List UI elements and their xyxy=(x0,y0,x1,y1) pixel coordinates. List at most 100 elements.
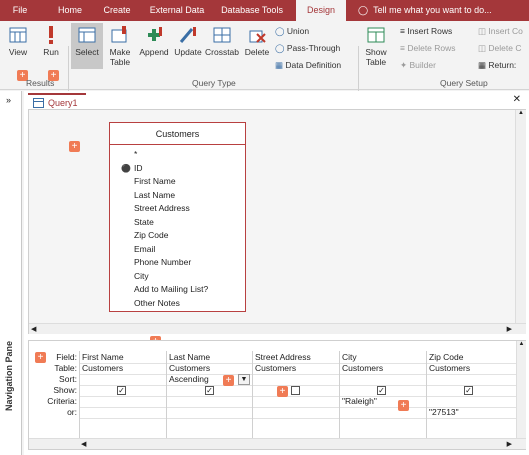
grid-or-cell[interactable]: "27513" xyxy=(427,407,515,418)
marker-icon: + xyxy=(277,386,288,397)
grid-table-cell[interactable]: Customers xyxy=(340,363,426,374)
insert-rows-icon: ≡ xyxy=(400,26,405,36)
vertical-scrollbar[interactable]: ▲ xyxy=(515,110,526,323)
view-button[interactable]: View xyxy=(5,25,31,57)
make-table-button[interactable]: Make Table xyxy=(106,25,134,67)
show-checkbox[interactable]: ✓ xyxy=(377,386,386,395)
update-button[interactable]: Update xyxy=(172,25,204,57)
delete-query-button[interactable]: Delete xyxy=(242,25,272,57)
lightbulb-icon: ◯ xyxy=(358,5,369,15)
show-checkbox[interactable]: ✓ xyxy=(464,386,473,395)
tab-create[interactable]: Create xyxy=(96,0,138,21)
grid-table-cell[interactable]: Customers xyxy=(167,363,252,374)
field-item[interactable]: Other Notes xyxy=(110,297,245,311)
field-item[interactable]: Phone Number xyxy=(110,256,245,270)
grid-field-cell[interactable]: Zip Code xyxy=(427,352,515,363)
navigation-pane[interactable]: » Navigation Pane xyxy=(0,91,22,455)
horizontal-scrollbar[interactable]: ◀ ▶ xyxy=(29,323,526,334)
field-item[interactable]: Email xyxy=(110,243,245,257)
navigation-pane-label: Navigation Pane xyxy=(4,340,14,411)
tab-design[interactable]: Design xyxy=(296,0,346,21)
marker-icon: + xyxy=(69,141,80,152)
close-icon[interactable]: ✕ xyxy=(513,94,521,105)
ribbon-tab-bar: File Home Create External Data Database … xyxy=(0,0,529,21)
field-item[interactable]: Zip Code xyxy=(110,229,245,243)
select-query-button[interactable]: Select xyxy=(71,23,103,69)
tell-me-box[interactable]: ◯ Tell me what you want to do... xyxy=(358,0,492,21)
insert-columns-button[interactable]: ◫ Insert Co xyxy=(478,26,523,37)
grid-table-cell[interactable]: Customers xyxy=(80,363,166,374)
row-label-or: or: xyxy=(67,407,77,417)
grid-table-cell[interactable]: Customers xyxy=(253,363,339,374)
exclamation-icon xyxy=(49,26,53,44)
insert-rows-button[interactable]: ≡ Insert Rows xyxy=(400,26,452,36)
data-definition-button[interactable]: ▦ Data Definition xyxy=(275,60,341,71)
tab-file[interactable]: File xyxy=(0,0,40,21)
field-item[interactable]: Last Name xyxy=(110,189,245,203)
grid-field-cell[interactable]: Street Address xyxy=(253,352,339,363)
return-dropdown[interactable]: ▦ Return: xyxy=(478,60,516,71)
delete-columns-icon: ◫ xyxy=(478,43,487,53)
scroll-right-icon[interactable]: ▶ xyxy=(507,440,512,448)
pencil-icon xyxy=(179,27,196,43)
customers-table-box[interactable]: Customers * ⚫ ID First Name Last Name Str… xyxy=(109,122,246,312)
scroll-right-icon[interactable]: ▶ xyxy=(507,325,512,333)
query-setup-group-label: Query Setup xyxy=(440,78,488,88)
field-item[interactable]: State xyxy=(110,216,245,230)
scroll-up-icon[interactable]: ▲ xyxy=(517,341,526,347)
field-item[interactable]: ⚫ ID xyxy=(110,162,245,176)
crosstab-button[interactable]: Crosstab xyxy=(205,25,239,57)
show-checkbox[interactable] xyxy=(291,386,300,395)
query-design-grid: + Field: Table: Sort: Show: Criteria: or… xyxy=(28,340,526,450)
grid-horizontal-scrollbar[interactable]: ◀ ▶ xyxy=(29,438,526,449)
grid-field-cell[interactable]: Last Name xyxy=(167,352,252,363)
marker-icon: + xyxy=(398,400,409,411)
query-tab[interactable]: Query1 xyxy=(28,93,86,109)
builder-wand-icon: ✦ xyxy=(400,60,408,70)
results-group-label: Results xyxy=(26,78,55,88)
field-item[interactable]: * xyxy=(110,148,245,162)
field-item[interactable]: City xyxy=(110,270,245,284)
scroll-left-icon[interactable]: ◀ xyxy=(81,440,86,448)
divider xyxy=(79,418,517,419)
field-item[interactable]: Street Address xyxy=(110,202,245,216)
divider xyxy=(79,374,517,375)
delete-rows-button[interactable]: ≡ Delete Rows xyxy=(400,43,456,53)
ribbon: View Run + + Results Select Make Table A… xyxy=(0,21,529,106)
tab-database-tools[interactable]: Database Tools xyxy=(216,0,288,21)
primary-key-icon: ⚫ xyxy=(121,163,131,173)
field-item[interactable]: Add to Mailing List? xyxy=(110,283,245,297)
field-item[interactable]: First Name xyxy=(110,175,245,189)
insert-columns-icon: ◫ xyxy=(478,26,487,36)
builder-button[interactable]: ✦ Builder xyxy=(400,60,436,71)
run-button[interactable]: Run xyxy=(38,25,64,57)
tell-me-text: Tell me what you want to do... xyxy=(373,5,492,15)
expand-chevron-icon[interactable]: » xyxy=(6,95,11,105)
grid-table-cell[interactable]: Customers xyxy=(427,363,515,374)
grid-field-cell[interactable]: City xyxy=(340,352,426,363)
show-table-button[interactable]: Show Table xyxy=(361,25,391,67)
union-button[interactable]: ◯ Union xyxy=(275,26,309,37)
query-icon xyxy=(33,98,44,108)
show-checkbox[interactable]: ✓ xyxy=(205,386,214,395)
table-title: Customers xyxy=(110,123,245,145)
grid-vertical-scrollbar[interactable]: ▲ xyxy=(516,341,526,438)
sort-dropdown-arrow-icon[interactable]: ▼ xyxy=(238,374,250,385)
query-design-pane: + Customers * ⚫ ID First Name Last Name S… xyxy=(28,109,526,334)
delete-rows-icon: ≡ xyxy=(400,43,405,53)
grid-criteria-cell[interactable]: "Raleigh" xyxy=(340,396,400,407)
scroll-up-icon[interactable]: ▲ xyxy=(516,110,526,116)
tab-external-data[interactable]: External Data xyxy=(144,0,210,21)
show-checkbox[interactable]: ✓ xyxy=(117,386,126,395)
pass-through-button[interactable]: ◯ Pass-Through xyxy=(275,43,340,54)
row-label-criteria: Criteria: xyxy=(47,396,77,406)
tab-home[interactable]: Home xyxy=(48,0,92,21)
crosstab-icon xyxy=(213,27,231,43)
field-list: * ⚫ ID First Name Last Name Street Addres… xyxy=(110,145,245,310)
select-query-icon xyxy=(78,27,96,43)
append-button[interactable]: Append xyxy=(137,25,171,57)
grid-field-cell[interactable]: First Name xyxy=(80,352,166,363)
scroll-left-icon[interactable]: ◀ xyxy=(31,325,36,333)
delete-columns-button[interactable]: ◫ Delete C xyxy=(478,43,521,54)
make-table-icon xyxy=(111,26,127,43)
